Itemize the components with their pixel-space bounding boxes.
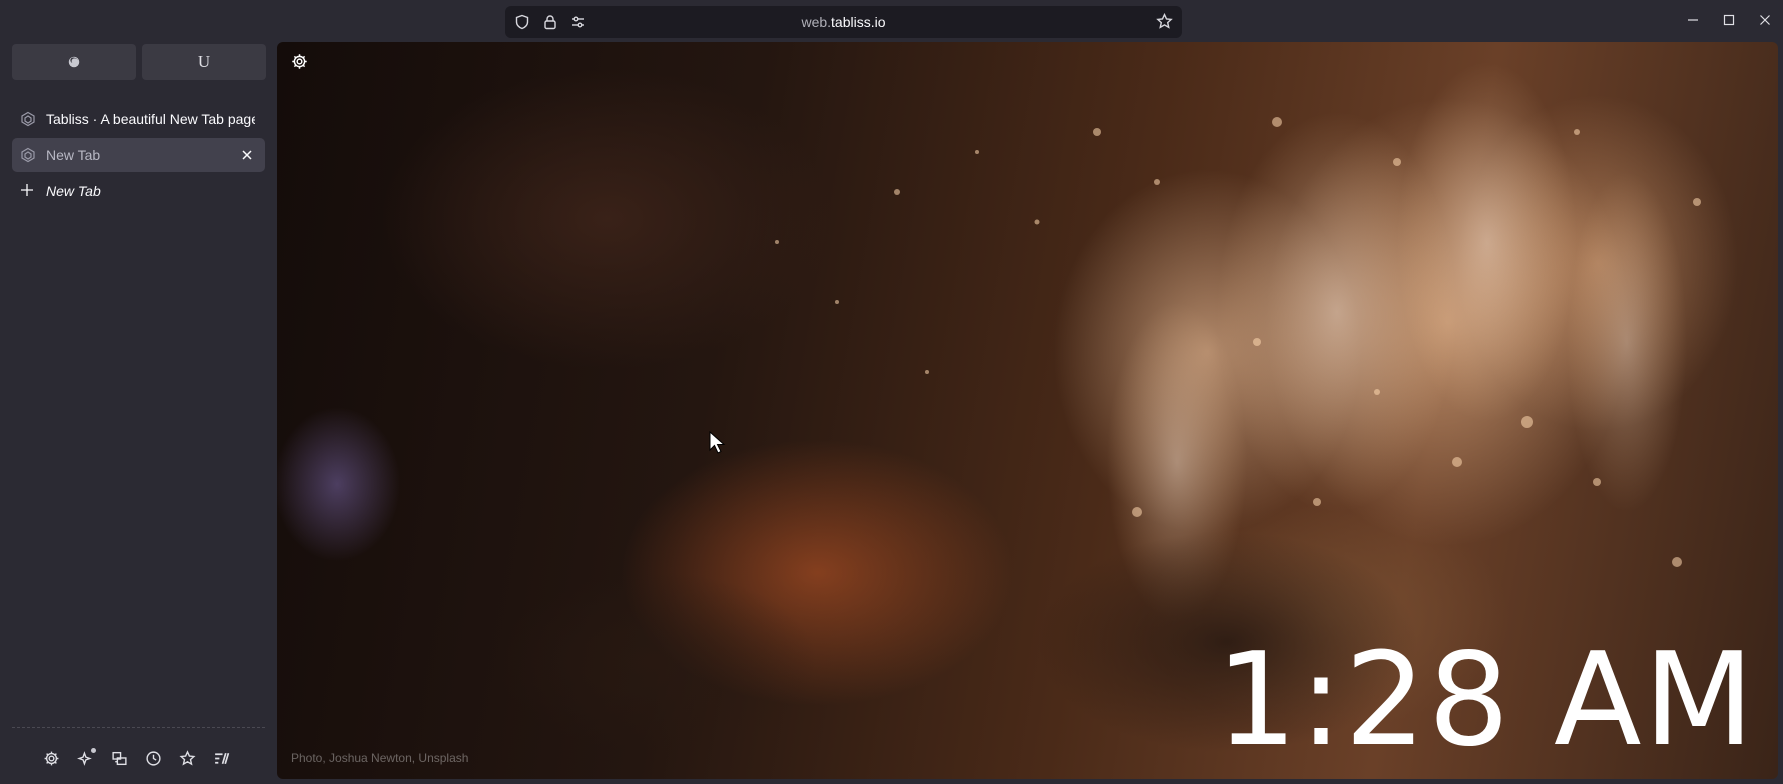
pinned-tabs: U bbox=[12, 44, 266, 80]
top-bar: web.tabliss.io bbox=[0, 0, 1783, 40]
close-icon bbox=[1760, 15, 1770, 25]
bookmark-star-icon[interactable] bbox=[1156, 12, 1174, 31]
settings-icon bbox=[292, 54, 307, 69]
pinned-tab-firefox[interactable] bbox=[12, 44, 136, 80]
lock-icon[interactable] bbox=[541, 13, 559, 31]
history-icon bbox=[145, 750, 161, 766]
maximize-button[interactable] bbox=[1711, 0, 1747, 40]
settings-button[interactable] bbox=[40, 747, 62, 769]
firefox-icon bbox=[68, 56, 80, 68]
page-content: Photo, Joshua Newton, Unsplash 1:28 AM bbox=[277, 42, 1778, 779]
bookmarks-button[interactable] bbox=[176, 747, 198, 769]
pinned-tab-label: U bbox=[197, 52, 211, 71]
tabliss-icon bbox=[20, 147, 36, 163]
photo-credit[interactable]: Photo, Joshua Newton, Unsplash bbox=[291, 751, 468, 765]
minimize-button[interactable] bbox=[1675, 0, 1711, 40]
tabliss-icon bbox=[20, 111, 36, 127]
url-subdomain: web. bbox=[801, 14, 832, 30]
zen-button[interactable] bbox=[210, 747, 232, 769]
close-icon bbox=[242, 150, 252, 160]
tab-title: New Tab bbox=[46, 147, 101, 163]
sidebar-icon bbox=[111, 751, 127, 765]
tab-new-tab-active[interactable]: New Tab bbox=[12, 138, 265, 172]
url-domain: tabliss.io bbox=[831, 14, 886, 30]
plus-icon bbox=[20, 183, 36, 199]
sidebar-toolbar bbox=[40, 740, 232, 776]
tab-close-button[interactable] bbox=[239, 147, 255, 163]
window-controls bbox=[1675, 0, 1783, 40]
ai-button[interactable] bbox=[74, 747, 96, 769]
tracking-shield-icon[interactable] bbox=[513, 13, 531, 31]
url-bar[interactable]: web.tabliss.io bbox=[505, 6, 1182, 38]
sidebar-toggle-button[interactable] bbox=[108, 747, 130, 769]
tabliss-settings-button[interactable] bbox=[291, 53, 311, 73]
browser-window: web.tabliss.io U Tabliss · A beautiful N… bbox=[0, 0, 1783, 784]
url-text: web.tabliss.io bbox=[505, 14, 1182, 30]
close-window-button[interactable] bbox=[1747, 0, 1783, 40]
sidebar-divider bbox=[12, 727, 265, 728]
pinned-tab-u[interactable]: U bbox=[142, 44, 266, 80]
bookmark-star-icon bbox=[179, 749, 195, 766]
mouse-cursor-icon bbox=[709, 431, 726, 454]
history-button[interactable] bbox=[142, 747, 164, 769]
zen-icon bbox=[214, 752, 229, 764]
vertical-tabs-sidebar: U Tabliss · A beautiful New Tab page f N… bbox=[0, 40, 277, 784]
settings-icon bbox=[44, 751, 58, 765]
minimize-icon bbox=[1688, 19, 1698, 21]
clock-widget: 1:28 AM bbox=[1215, 626, 1756, 775]
tab-title: Tabliss · A beautiful New Tab page f bbox=[46, 111, 255, 127]
maximize-icon bbox=[1723, 14, 1735, 26]
notification-dot bbox=[91, 748, 96, 753]
tab-list: Tabliss · A beautiful New Tab page f New… bbox=[12, 102, 265, 208]
new-tab-button[interactable]: New Tab bbox=[12, 174, 265, 208]
url-bar-icons bbox=[505, 13, 587, 31]
permissions-icon[interactable] bbox=[569, 13, 587, 31]
tab-tabliss[interactable]: Tabliss · A beautiful New Tab page f bbox=[12, 102, 265, 136]
new-tab-label: New Tab bbox=[46, 183, 101, 199]
